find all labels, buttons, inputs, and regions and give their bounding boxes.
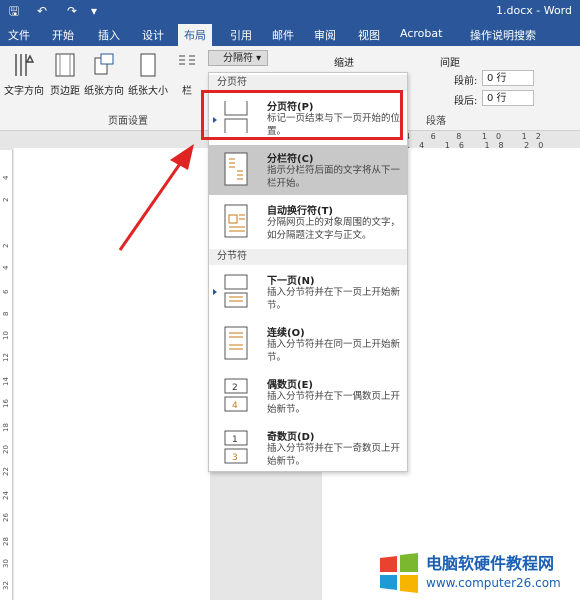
save-icon[interactable]: 🖫 [6, 3, 22, 19]
item-desc: 插入分节符并在下一偶数页上开始新节。 [267, 391, 401, 415]
next-page-icon [224, 274, 248, 308]
red-arrow-icon [118, 144, 194, 251]
menu-item-odd-page[interactable]: 13 奇数页(D) 插入分节符并在下一奇数页上开始新节。 [209, 423, 407, 473]
columns-button[interactable]: 栏 [176, 52, 198, 104]
item-desc: 指示分栏符后面的文字将从下一栏开始。 [267, 165, 401, 189]
item-desc: 分隔网页上的对象周围的文字，如分隔题注文字与正文。 [267, 217, 401, 241]
vruler-num: 2 [2, 197, 10, 202]
tell-me-search[interactable]: 操作说明搜索 [470, 27, 536, 43]
vruler-num: 20 [2, 445, 10, 454]
redo-icon[interactable]: ↷ [64, 3, 80, 19]
size-button[interactable]: 纸张大小 [128, 52, 168, 104]
even-page-icon: 24 [224, 378, 248, 412]
vruler-num: 28 [2, 537, 10, 546]
vruler-num: 14 [2, 377, 10, 386]
watermark-url: www.computer26.com [426, 576, 561, 590]
svg-text:3: 3 [232, 453, 238, 463]
breaks-label: 分隔符 [223, 53, 253, 64]
odd-page-icon: 13 [224, 430, 248, 464]
columns-label: 栏 [182, 86, 192, 97]
before-label: 段前: [454, 76, 478, 87]
vruler-num: 10 [2, 331, 10, 340]
vruler-num: 4 [2, 175, 10, 180]
orientation-button[interactable]: 纸张方向 [84, 52, 124, 104]
item-title: 奇数页(D) [267, 432, 315, 443]
vruler-num: 8 [2, 311, 10, 316]
page-size-icon [140, 53, 156, 77]
size-label: 纸张大小 [128, 86, 168, 97]
tab-references[interactable]: 引用 [230, 27, 252, 43]
svg-text:4: 4 [232, 401, 238, 411]
continuous-icon [224, 326, 248, 360]
margins-icon [55, 53, 75, 77]
columns-icon [179, 55, 195, 65]
item-desc: 插入分节符并在同一页上开始新节。 [267, 339, 401, 363]
tab-home[interactable]: 开始 [52, 27, 74, 43]
vruler-num: 24 [2, 491, 10, 500]
ribbon-tabs: 文件 开始 插入 设计 布局 引用 邮件 审阅 视图 Acrobat 操作说明搜… [0, 22, 580, 46]
orientation-icon [94, 53, 114, 75]
watermark-logo: 电脑软硬件教程网 www.computer26.com [372, 546, 580, 600]
vruler-num: 18 [2, 423, 10, 432]
breaks-button[interactable]: 分隔符 ▾ [208, 50, 268, 66]
tab-acrobat[interactable]: Acrobat [400, 27, 442, 40]
vruler-num: 22 [2, 467, 10, 476]
menu-item-next-page[interactable]: 下一页(N) 插入分节符并在下一页上开始新节。 [209, 267, 407, 317]
menu-item-column-break[interactable]: 分栏符(C) 指示分栏符后面的文字将从下一栏开始。 [209, 145, 407, 195]
highlight-box [201, 90, 403, 140]
watermark-brand: 电脑软硬件教程网 [426, 554, 555, 573]
item-title: 自动换行符(T) [267, 206, 333, 217]
menu-item-continuous[interactable]: 连续(O) 插入分节符并在同一页上开始新节。 [209, 319, 407, 369]
window-title: 1.docx - Word [495, 4, 572, 17]
tab-insert[interactable]: 插入 [98, 27, 120, 43]
vruler-num: 30 [2, 559, 10, 568]
item-title: 分栏符(C) [267, 154, 314, 165]
text-direction-label: 文字方向 [4, 86, 44, 97]
page-setup-group-label: 页面设置 [108, 116, 148, 127]
customize-icon[interactable]: ▾ [86, 3, 102, 19]
tab-file[interactable]: 文件 [8, 27, 30, 43]
undo-icon[interactable]: ↶ [34, 3, 50, 19]
page-breaks-header: 分页符 [209, 75, 407, 91]
vruler-num: 16 [2, 399, 10, 408]
vruler-num: 12 [2, 353, 10, 362]
spacing-after-field[interactable]: 0 行 [482, 90, 534, 106]
spacing-before-field[interactable]: 0 行 [482, 70, 534, 86]
item-title: 偶数页(E) [267, 380, 313, 391]
column-break-icon [224, 152, 248, 186]
text-direction-icon [15, 54, 35, 76]
margins-label: 页边距 [50, 86, 80, 97]
item-desc: 插入分节符并在下一页上开始新节。 [267, 287, 401, 311]
vruler-num: 6 [2, 289, 10, 294]
spacing-label: 间距 [440, 58, 460, 69]
vruler-num: 2 [2, 243, 10, 248]
menu-item-text-wrapping[interactable]: 自动换行符(T) 分隔网页上的对象周围的文字，如分隔题注文字与正文。 [209, 197, 407, 247]
svg-text:1: 1 [232, 435, 238, 445]
after-label: 段后: [454, 96, 478, 107]
tab-design[interactable]: 设计 [142, 27, 164, 43]
tab-view[interactable]: 视图 [358, 27, 380, 43]
vruler-num: 26 [2, 513, 10, 522]
pointer-icon [213, 289, 217, 295]
text-direction-button[interactable]: 文字方向 [4, 52, 44, 104]
indent-label: 缩进 [334, 58, 354, 69]
svg-text:2: 2 [232, 383, 238, 393]
vruler-num: 32 [2, 581, 10, 590]
menu-item-even-page[interactable]: 24 偶数页(E) 插入分节符并在下一偶数页上开始新节。 [209, 371, 407, 421]
tab-layout[interactable]: 布局 [178, 24, 212, 46]
title-bar: 🖫 ↶ ↷ ▾ 1.docx - Word [0, 0, 580, 22]
text-wrapping-icon [224, 204, 248, 238]
tab-mailings[interactable]: 邮件 [272, 27, 294, 43]
item-title: 连续(O) [267, 328, 305, 339]
paragraph-group-label: 段落 [426, 116, 446, 127]
item-desc: 插入分节符并在下一奇数页上开始新节。 [267, 443, 401, 467]
section-breaks-header: 分节符 [209, 249, 407, 265]
margins-button[interactable]: 页边距 [48, 52, 82, 104]
windows-logo-icon [380, 553, 418, 593]
orientation-label: 纸张方向 [84, 86, 124, 97]
tab-review[interactable]: 审阅 [314, 27, 336, 43]
vertical-ruler: 4 2 2 4 6 8 10 12 14 16 18 20 22 24 26 2… [0, 150, 13, 600]
item-title: 下一页(N) [267, 276, 315, 287]
vruler-num: 4 [2, 265, 10, 270]
